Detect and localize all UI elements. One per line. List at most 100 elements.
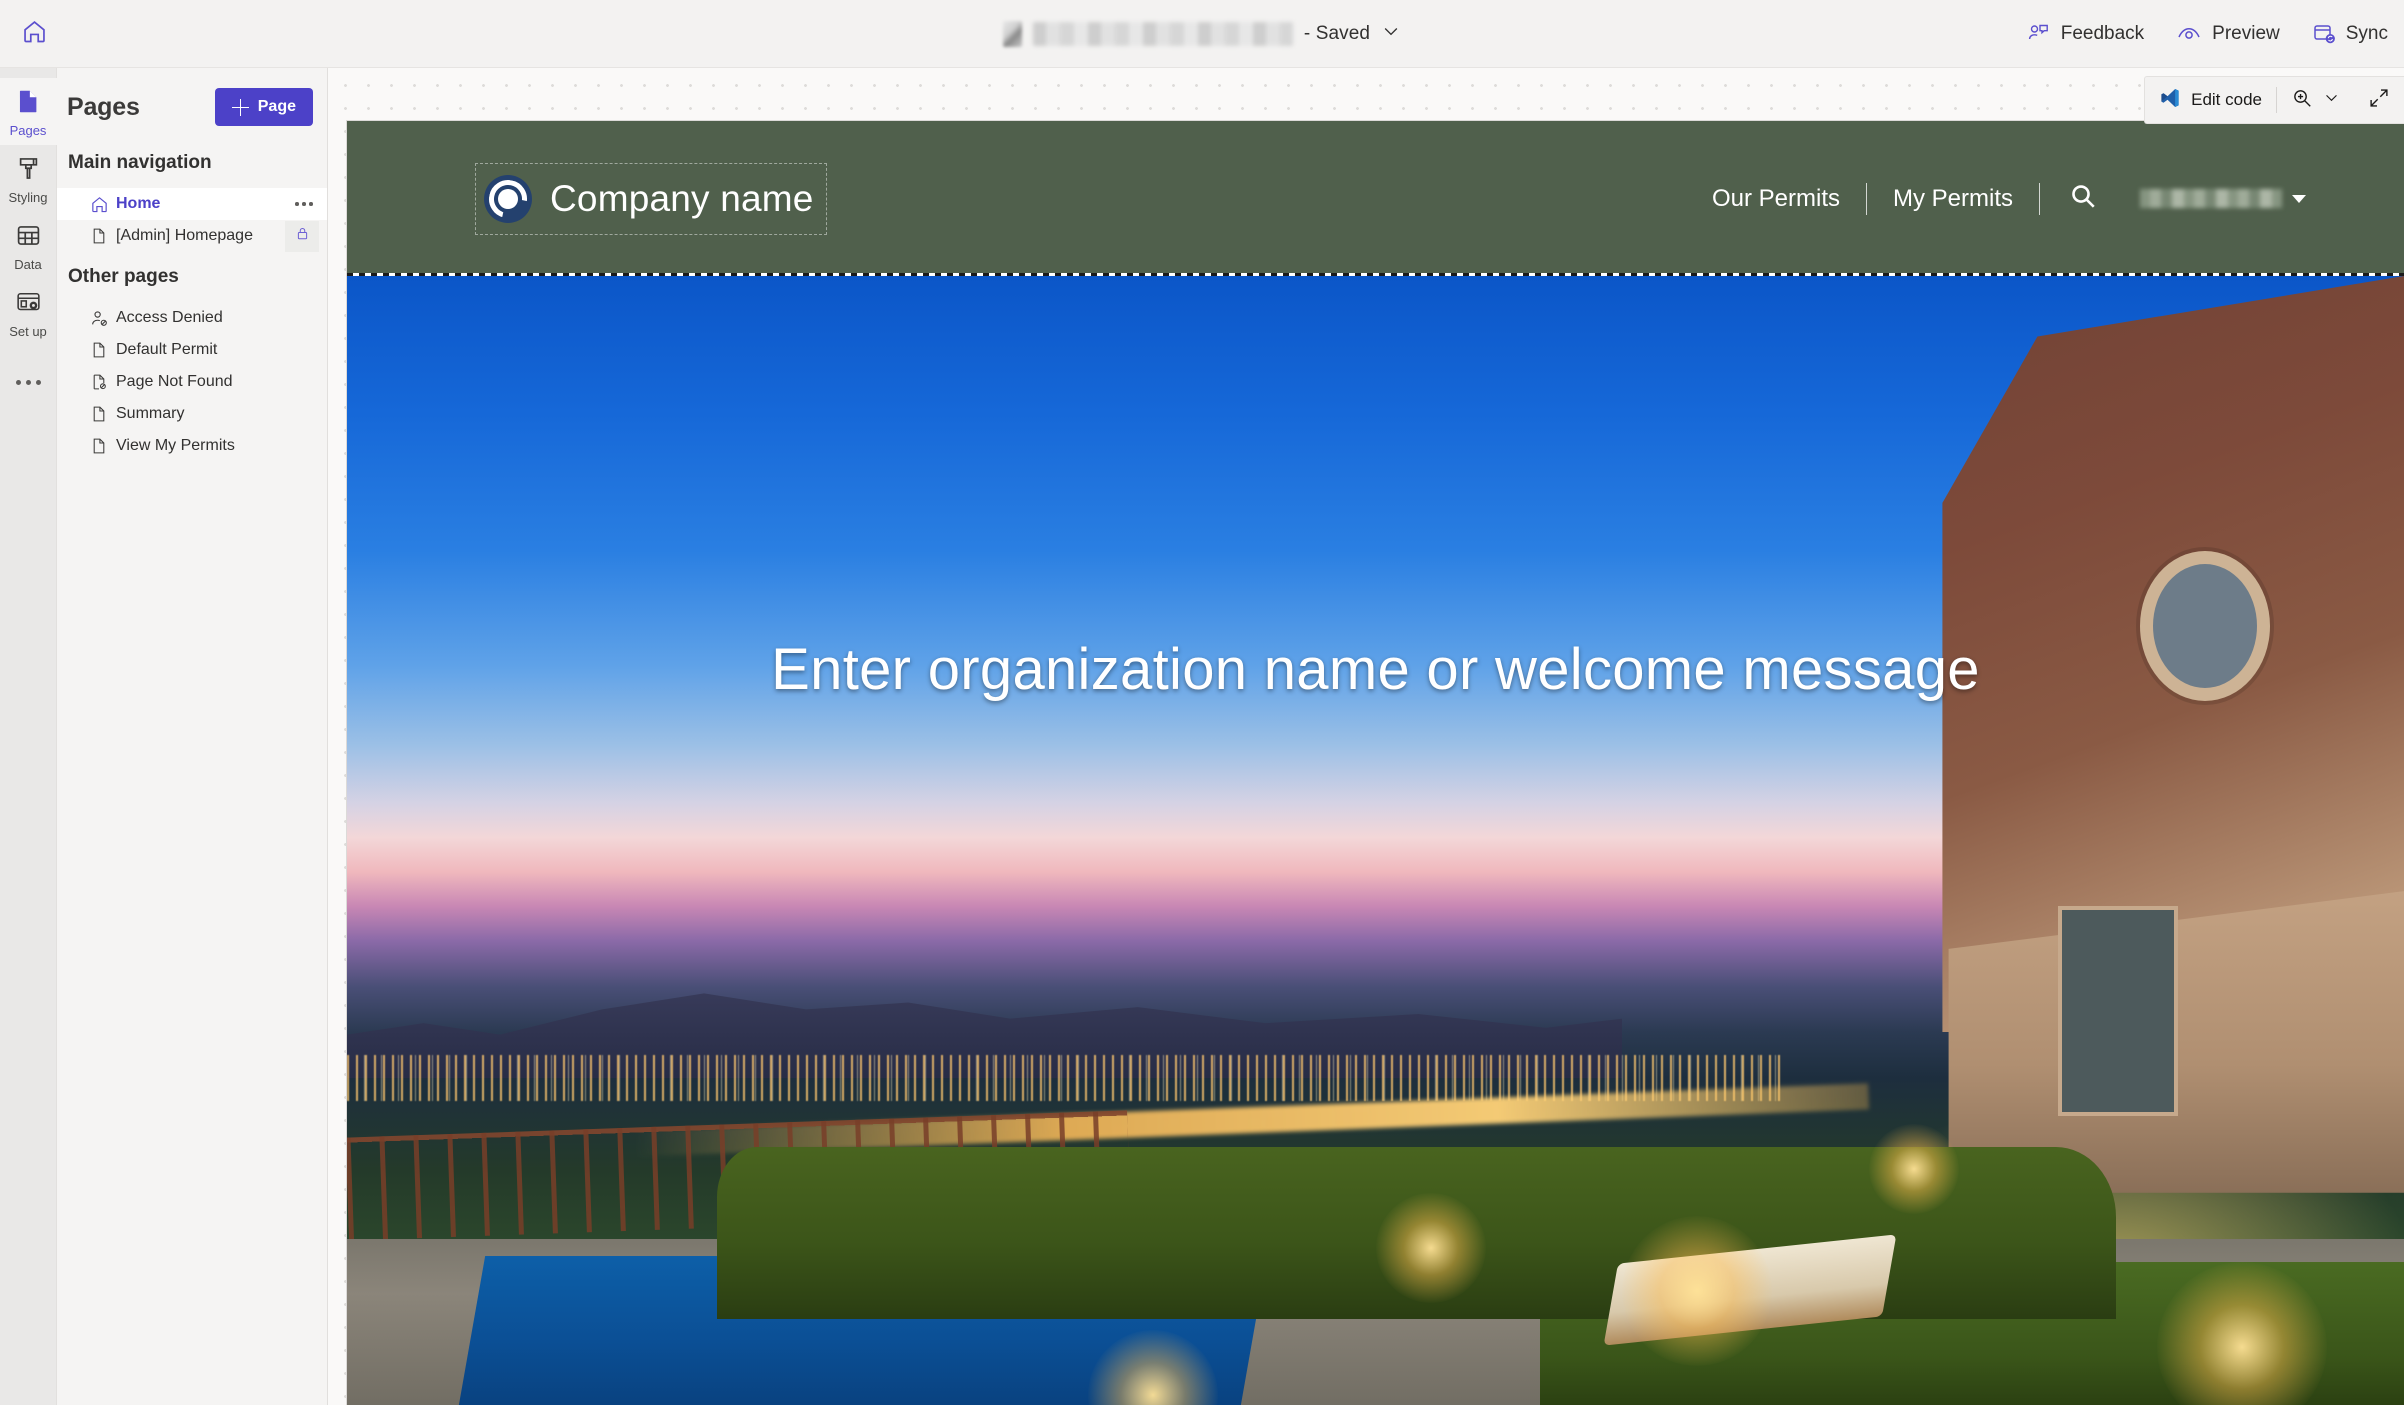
site-user-menu[interactable] <box>2126 189 2306 208</box>
dot <box>309 202 313 206</box>
home-outline-icon <box>90 195 112 214</box>
sidebar-item-access-denied[interactable]: Access Denied <box>57 302 327 334</box>
dot <box>15 379 21 385</box>
rail-more-button[interactable] <box>0 360 57 404</box>
add-page-button[interactable]: Page <box>214 88 313 126</box>
app-name-redacted <box>1032 21 1293 46</box>
site-nav-my-permits[interactable]: My Permits <box>1867 185 2039 213</box>
lock-icon <box>295 226 310 246</box>
sidebar-item-label: Summary <box>116 405 185 422</box>
sidebar-item-admin-homepage[interactable]: [Admin] Homepage <box>57 220 327 252</box>
sidebar-item-label: Page Not Found <box>116 373 233 390</box>
chevron-down-icon[interactable] <box>1381 21 1401 46</box>
design-canvas: Edit code Company name Our Permits My Pe… <box>328 68 2404 1405</box>
page-outline-icon <box>90 341 112 359</box>
top-bar-actions: Feedback Preview Sync <box>2011 0 2404 68</box>
site-nav-our-permits[interactable]: Our Permits <box>1686 185 1866 213</box>
zoom-in-icon <box>2291 87 2313 114</box>
caret-down-icon <box>2292 194 2306 203</box>
sidebar-item-default-permit[interactable]: Default Permit <box>57 334 327 366</box>
table-grid-icon <box>15 222 42 254</box>
main-navigation-list: Home [Admin] Homepage <box>57 188 327 252</box>
group-heading-other-pages: Other pages <box>68 266 179 287</box>
home-overflow-menu-button[interactable] <box>295 202 319 206</box>
hero-banner[interactable]: Enter organization name or welcome messa… <box>347 276 2404 1405</box>
sync-label: Sync <box>2345 22 2388 44</box>
page-blocked-icon <box>90 373 112 391</box>
vscode-icon <box>2159 87 2181 114</box>
company-circle-logo <box>484 174 532 223</box>
other-pages-list: Access Denied Default Permit Page Not Fo… <box>57 302 327 462</box>
rail-label-data: Data <box>14 257 42 272</box>
user-name-redacted <box>2140 189 2282 208</box>
plus-icon <box>231 98 249 116</box>
dot <box>295 202 299 206</box>
edit-code-label: Edit code <box>2191 90 2262 109</box>
feedback-label: Feedback <box>2060 22 2145 44</box>
sync-button[interactable]: Sync <box>2296 0 2404 68</box>
sidebar-item-label: Access Denied <box>116 309 223 326</box>
glass-door <box>2057 906 2178 1117</box>
rail-label-setup: Set up <box>9 324 47 339</box>
zoom-control-button[interactable] <box>2277 77 2354 123</box>
window-gear-icon <box>15 289 42 321</box>
site-header[interactable]: Company name Our Permits My Permits <box>347 121 2404 276</box>
top-command-bar: - Saved Feedback Preview Sync <box>0 0 2404 68</box>
sidebar-item-label: Home <box>116 195 161 212</box>
rail-label-pages: Pages <box>9 123 47 138</box>
main-body: Pages Styling Data Set up Pages Page Mai… <box>0 68 2404 1405</box>
home-icon <box>21 18 48 50</box>
rail-item-pages[interactable]: Pages <box>0 78 57 145</box>
group-heading-main-navigation: Main navigation <box>68 152 212 173</box>
pages-panel: Pages Page Main navigation Home [Admin] … <box>57 68 328 1405</box>
page-title: Pages <box>67 92 140 121</box>
sync-icon <box>2312 22 2336 46</box>
hero-headline[interactable]: Enter organization name or welcome messa… <box>347 636 2404 703</box>
paintbrush-icon <box>15 155 42 187</box>
admin-homepage-lock-button[interactable] <box>285 220 319 252</box>
site-search-button[interactable] <box>2040 181 2126 216</box>
app-root: - Saved Feedback Preview Sync Pages Styl… <box>0 0 2404 1405</box>
canvas-toolbar: Edit code <box>2144 76 2404 124</box>
sidebar-item-label: View My Permits <box>116 437 235 454</box>
sidebar-item-label: Default Permit <box>116 341 218 358</box>
dot <box>302 202 306 206</box>
app-icon-redacted <box>1002 20 1022 47</box>
rail-label-styling: Styling <box>8 190 48 205</box>
rail-item-setup[interactable]: Set up <box>0 279 57 346</box>
page-outline-icon <box>90 437 112 455</box>
left-icon-rail: Pages Styling Data Set up <box>0 68 57 1405</box>
expand-diagonal-icon <box>2368 87 2390 114</box>
pages-panel-header: Pages Page <box>57 76 327 138</box>
save-status-label: - Saved <box>1303 22 1371 44</box>
sidebar-item-label: [Admin] Homepage <box>116 227 253 244</box>
sidebar-item-summary[interactable]: Summary <box>57 398 327 430</box>
expand-canvas-button[interactable] <box>2354 77 2404 123</box>
add-page-label: Page <box>257 98 296 115</box>
edit-code-button[interactable]: Edit code <box>2145 77 2276 123</box>
person-blocked-icon <box>90 309 112 328</box>
site-navigation: Our Permits My Permits <box>1686 181 2404 216</box>
preview-label: Preview <box>2212 22 2280 44</box>
feedback-button[interactable]: Feedback <box>2011 0 2160 68</box>
eye-preview-icon <box>2176 21 2202 47</box>
home-button[interactable] <box>0 0 68 68</box>
dot <box>25 379 31 385</box>
company-name-label: Company name <box>550 177 814 219</box>
site-preview-frame: Company name Our Permits My Permits Ente… <box>346 120 2404 1405</box>
chevron-down-icon <box>2323 89 2340 111</box>
sidebar-item-view-my-permits[interactable]: View My Permits <box>57 430 327 462</box>
rail-item-styling[interactable]: Styling <box>0 145 57 212</box>
page-outline-icon <box>90 405 112 423</box>
page-outline-icon <box>90 227 112 245</box>
page-icon <box>15 88 42 120</box>
search-icon <box>2068 181 2098 216</box>
preview-button[interactable]: Preview <box>2160 0 2296 68</box>
feedback-person-icon <box>2027 22 2051 46</box>
app-title-dropdown[interactable]: - Saved <box>1002 20 1401 47</box>
hedge-row <box>717 1146 2117 1319</box>
site-logo-block[interactable]: Company name <box>475 162 827 235</box>
rail-item-data[interactable]: Data <box>0 212 57 279</box>
sidebar-item-page-not-found[interactable]: Page Not Found <box>57 366 327 398</box>
sidebar-item-home[interactable]: Home <box>57 188 327 220</box>
